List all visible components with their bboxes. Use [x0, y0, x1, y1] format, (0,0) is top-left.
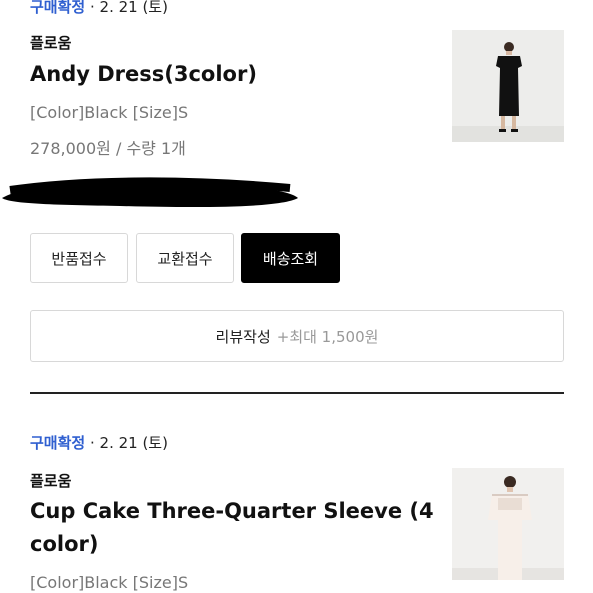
- product-title-line2[interactable]: color): [30, 528, 98, 560]
- product-thumbnail[interactable]: [452, 468, 564, 580]
- review-bonus-text: +최대 1,500원: [276, 327, 379, 346]
- exchange-request-button[interactable]: 교환접수: [136, 233, 234, 283]
- brand-name[interactable]: 플로움: [30, 470, 71, 491]
- product-thumbnail[interactable]: [452, 30, 564, 142]
- dress-image: [452, 468, 564, 580]
- order-status-badge: 구매확정: [30, 0, 86, 16]
- product-option: [Color]Black [Size]S: [30, 573, 189, 592]
- order-date: · 2. 21 (토): [89, 0, 168, 16]
- redaction-scribble: [2, 177, 298, 208]
- order-status-line: 구매확정 · 2. 21 (토): [30, 0, 168, 17]
- write-review-button[interactable]: 리뷰작성 +최대 1,500원: [30, 310, 564, 362]
- order-status-badge: 구매확정: [30, 434, 86, 452]
- write-review-label: 리뷰작성: [215, 327, 271, 346]
- return-request-button[interactable]: 반품접수: [30, 233, 128, 283]
- order-status-line: 구매확정 · 2. 21 (토): [30, 432, 168, 453]
- delivery-tracking-button[interactable]: 배송조회: [241, 233, 340, 283]
- product-title-line1[interactable]: Cup Cake Three-Quarter Sleeve (4: [30, 495, 434, 527]
- order-date: · 2. 21 (토): [89, 434, 168, 452]
- dress-image: [452, 30, 564, 142]
- brand-name[interactable]: 플로움: [30, 32, 71, 53]
- product-title[interactable]: Andy Dress(3color): [30, 58, 257, 90]
- price-quantity: 278,000원 / 수량 1개: [30, 139, 186, 158]
- product-option: [Color]Black [Size]S: [30, 103, 189, 122]
- order-divider: [30, 392, 564, 394]
